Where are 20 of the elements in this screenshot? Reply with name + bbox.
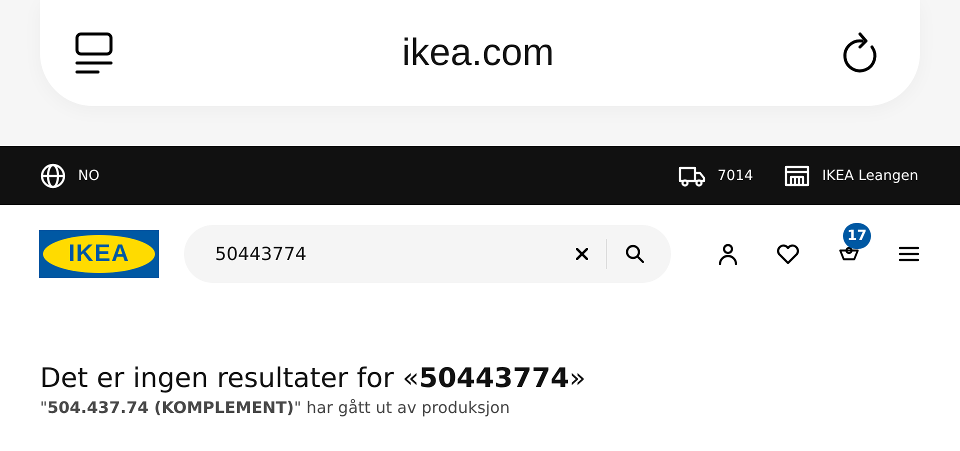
account-icon[interactable] [717,243,739,265]
postcode-link[interactable]: 7014 [718,168,754,184]
no-results-heading: Det er ingen resultater for «50443774» [40,363,587,394]
language-link[interactable]: NO [78,168,100,184]
tabs-icon[interactable] [74,31,114,75]
menu-icon[interactable] [898,245,920,263]
search-icon[interactable] [625,244,645,264]
basket-icon[interactable] [837,247,861,261]
store-link[interactable]: IKEA Leangen [822,168,918,184]
heart-icon[interactable] [776,243,800,265]
globe-icon[interactable] [40,162,66,188]
search-field[interactable]: 50443774 [184,225,671,283]
discontinued-message: "504.437.74 (KOMPLEMENT)" har gått ut av produksjon [40,398,511,417]
ikea-logo[interactable]: IKEA [39,230,159,278]
search-input[interactable]: 50443774 [213,242,576,266]
truck-icon[interactable] [678,164,706,186]
address-bar[interactable]: ikea.com [402,32,554,74]
close-icon[interactable] [576,248,588,260]
store-icon[interactable] [784,164,810,186]
cart-count-badge: 17 [843,223,871,249]
